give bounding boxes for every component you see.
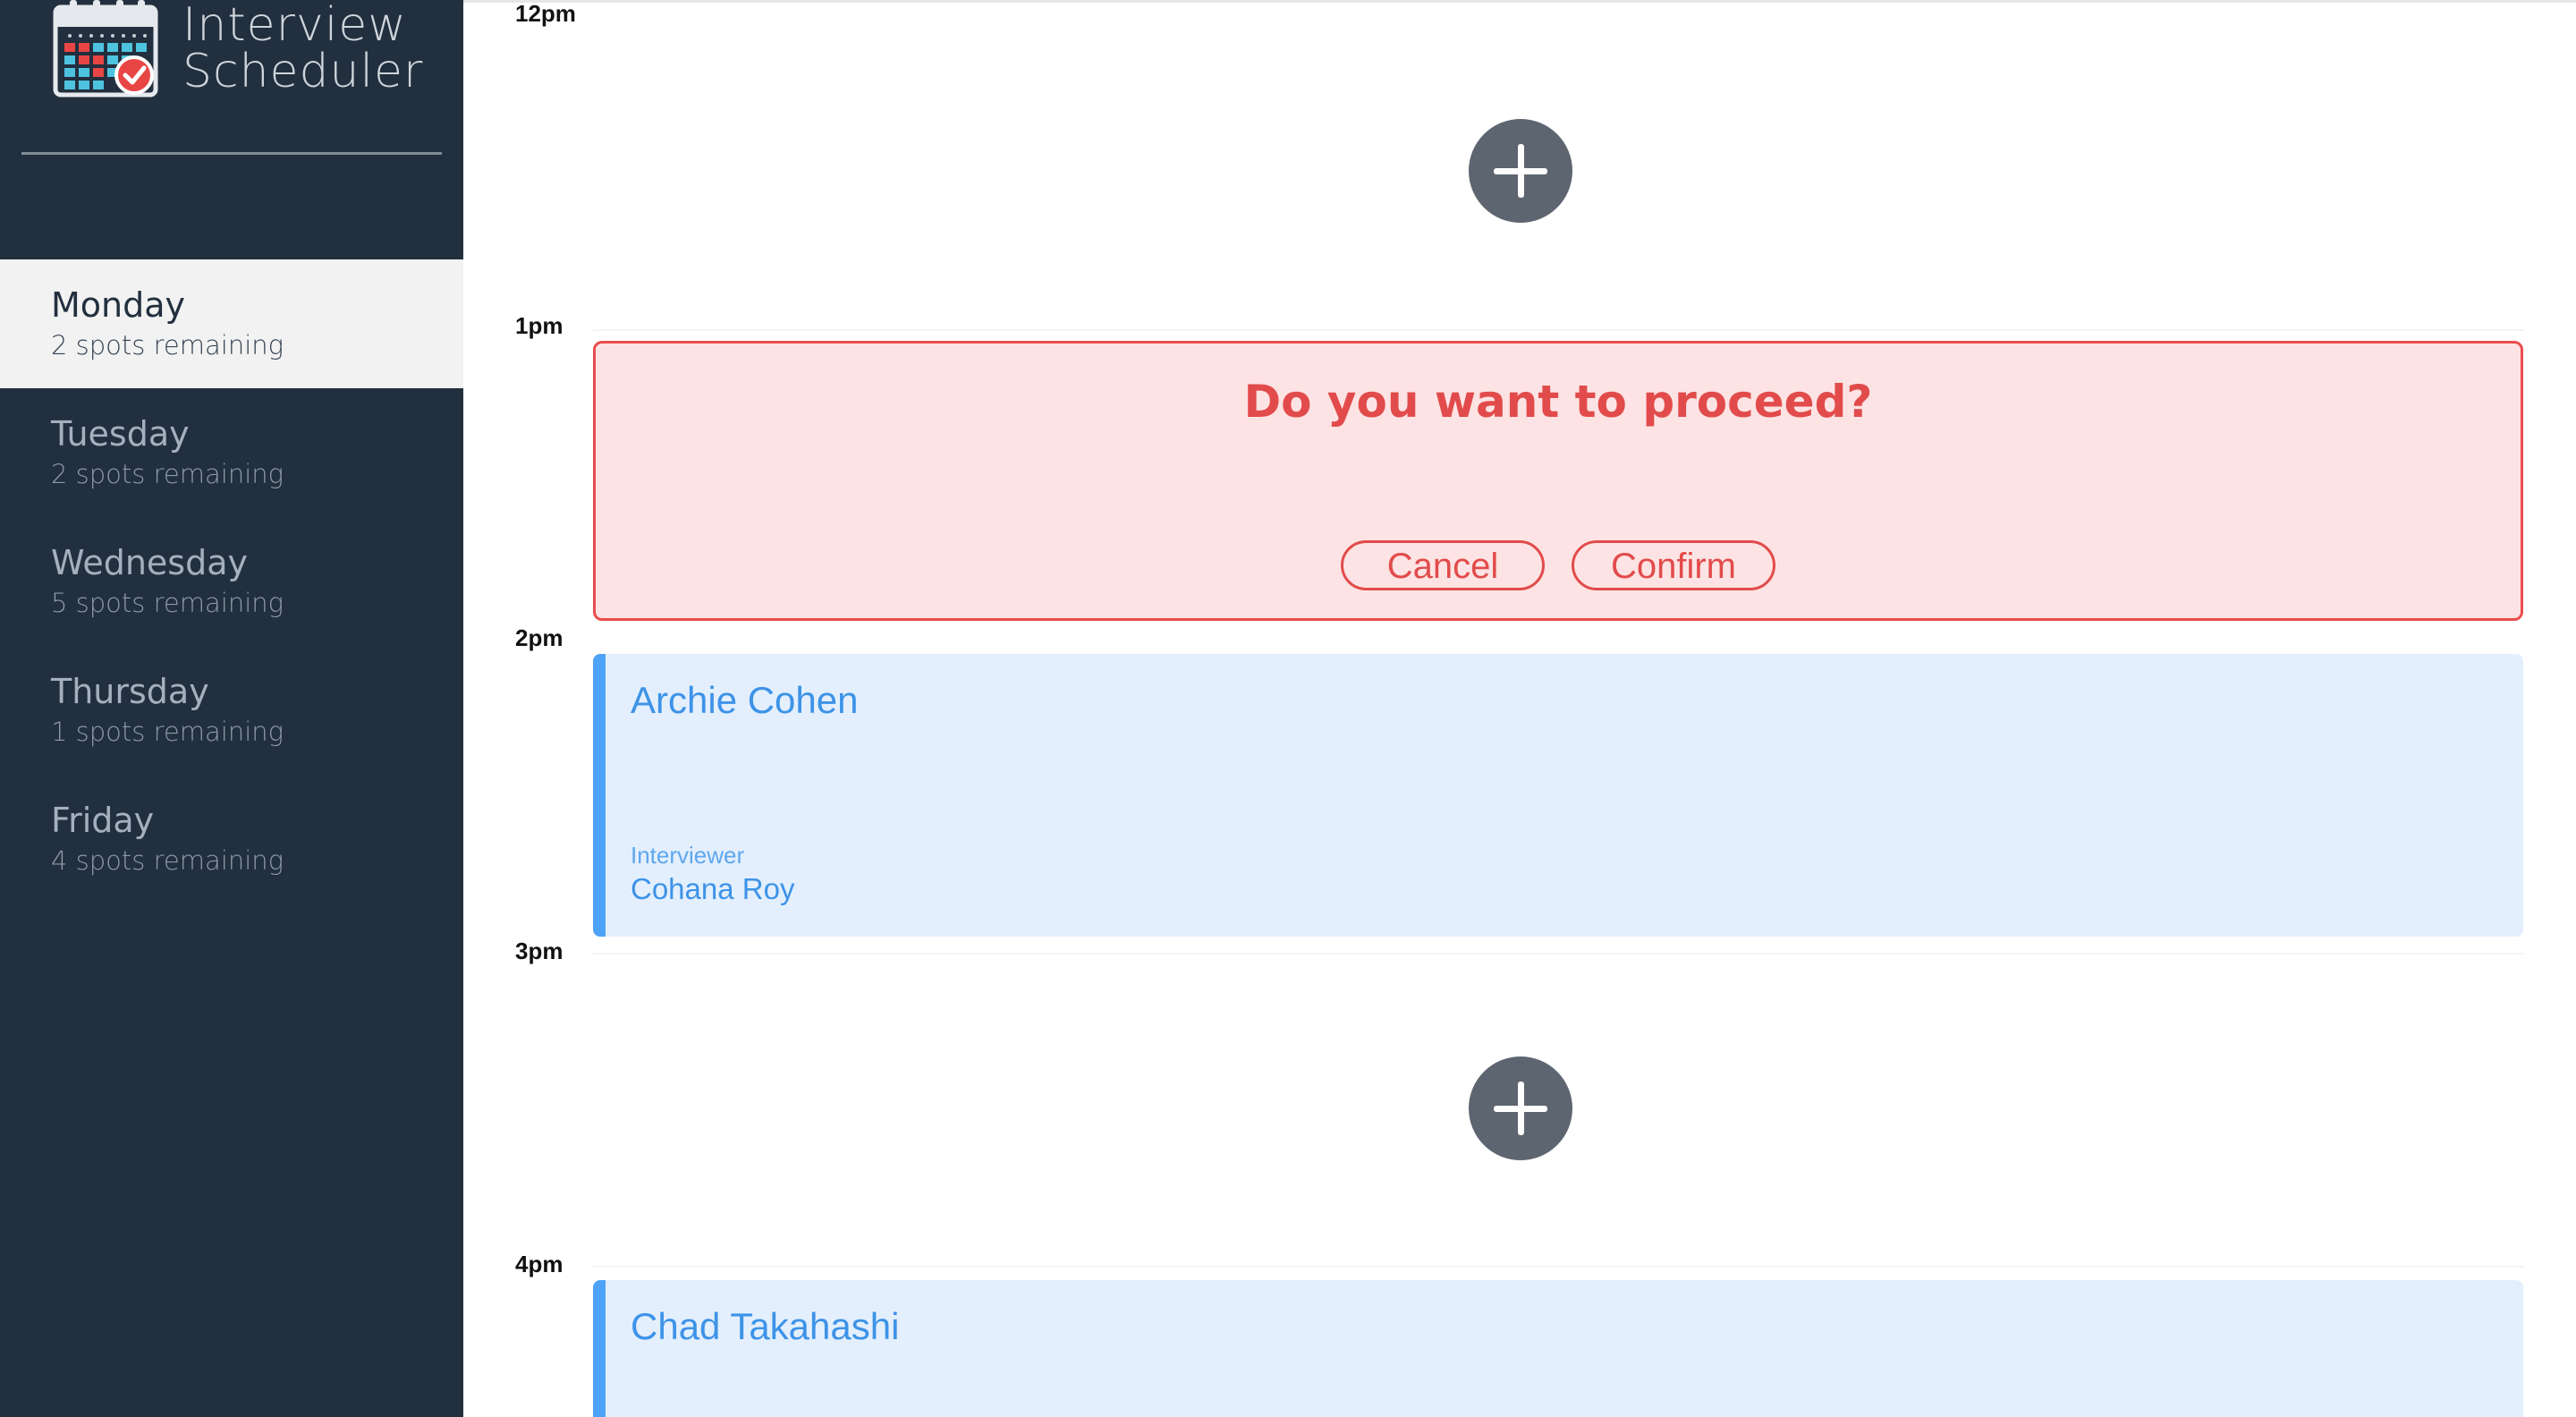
interviewer-name: Cohana Roy	[631, 872, 795, 905]
time-label-4pm: 4pm	[515, 1251, 564, 1277]
appointment-card[interactable]: Archie Cohen Interviewer Cohana Roy	[593, 654, 2523, 937]
day-item-thursday[interactable]: Thursday 1 spots remaining	[0, 646, 463, 775]
day-name: Thursday	[51, 672, 209, 711]
plus-icon	[1518, 144, 1524, 198]
sidebar: Interview Scheduler Monday 2 spots remai…	[0, 0, 463, 1417]
day-spots: 2 spots remaining	[51, 330, 284, 361]
day-name: Monday	[51, 285, 186, 325]
day-item-tuesday[interactable]: Tuesday 2 spots remaining	[0, 388, 463, 517]
app-title-line2: Scheduler	[182, 45, 424, 98]
day-item-friday[interactable]: Friday 4 spots remaining	[0, 775, 463, 904]
day-item-wednesday[interactable]: Wednesday 5 spots remaining	[0, 517, 463, 646]
calendar-check-icon	[53, 0, 158, 98]
student-name: Chad Takahashi	[631, 1305, 900, 1347]
add-appointment-button[interactable]	[1469, 1056, 1572, 1160]
add-appointment-button[interactable]	[1469, 119, 1572, 223]
day-spots: 4 spots remaining	[51, 845, 284, 876]
schedule: 12pm 1pm Do you want to proceed? Cancel …	[463, 0, 2576, 1417]
day-list: Monday 2 spots remaining Tuesday 2 spots…	[0, 259, 463, 904]
day-spots: 5 spots remaining	[51, 588, 284, 618]
time-label-1pm: 1pm	[515, 312, 564, 339]
day-name: Friday	[51, 801, 155, 840]
day-name: Tuesday	[51, 414, 190, 454]
slot-divider	[592, 1266, 2524, 1268]
day-name: Wednesday	[51, 543, 249, 582]
student-name: Archie Cohen	[631, 679, 859, 721]
interviewer-label: Interviewer	[631, 842, 745, 869]
app-title: Interview Scheduler	[182, 2, 423, 95]
brand: Interview Scheduler	[52, 0, 423, 102]
day-spots: 1 spots remaining	[51, 717, 284, 747]
confirm-button[interactable]: Confirm	[1572, 540, 1775, 590]
appointment-card[interactable]: Chad Takahashi	[593, 1280, 2523, 1417]
confirm-actions: Cancel Confirm	[596, 540, 2521, 590]
cancel-button[interactable]: Cancel	[1341, 540, 1545, 590]
slot-divider	[592, 953, 2524, 955]
slot-divider	[592, 329, 2524, 331]
app-root: Interview Scheduler Monday 2 spots remai…	[0, 0, 2576, 1417]
day-spots: 2 spots remaining	[51, 459, 284, 489]
time-label-2pm: 2pm	[515, 624, 564, 651]
time-label-12pm: 12pm	[515, 0, 576, 27]
confirm-dialog: Do you want to proceed? Cancel Confirm	[593, 341, 2523, 621]
day-item-monday[interactable]: Monday 2 spots remaining	[0, 259, 463, 388]
sidebar-divider	[21, 152, 442, 155]
confirm-message: Do you want to proceed?	[1243, 376, 1873, 428]
app-title-line1: Interview	[182, 0, 407, 52]
time-label-3pm: 3pm	[515, 938, 564, 964]
plus-icon	[1518, 1082, 1524, 1135]
